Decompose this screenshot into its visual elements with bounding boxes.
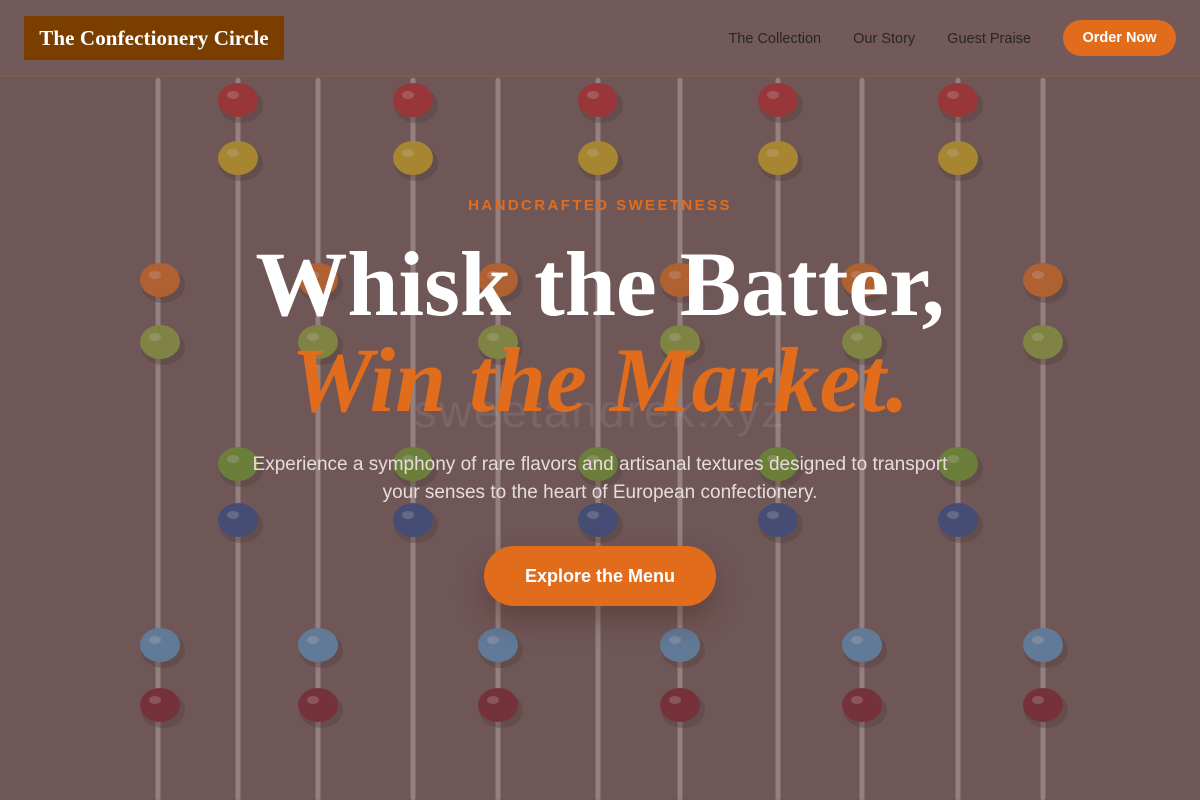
hero-title-line-1: Whisk the Batter, xyxy=(255,233,945,335)
brand-logo[interactable]: The Confectionery Circle xyxy=(24,16,284,60)
hero-description: Experience a symphony of rare flavors an… xyxy=(252,454,948,503)
hero-eyebrow: HANDCRAFTED SWEETNESS xyxy=(468,197,732,214)
hero-title-line-2: Win the Market. xyxy=(291,329,909,431)
hero-section: sweetandrek.xyz HANDCRAFTED SWEETNESS Wh… xyxy=(0,0,1200,800)
navbar: The Confectionery Circle The Collection … xyxy=(0,0,1200,77)
nav-link-collection[interactable]: The Collection xyxy=(728,31,821,47)
nav-links: The Collection Our Story Guest Praise xyxy=(728,0,1031,77)
nav-link-our-story[interactable]: Our Story xyxy=(853,31,915,47)
order-now-button[interactable]: Order Now xyxy=(1063,20,1176,56)
explore-menu-button[interactable]: Explore the Menu xyxy=(484,546,716,606)
nav-link-guest-praise[interactable]: Guest Praise xyxy=(947,31,1031,47)
